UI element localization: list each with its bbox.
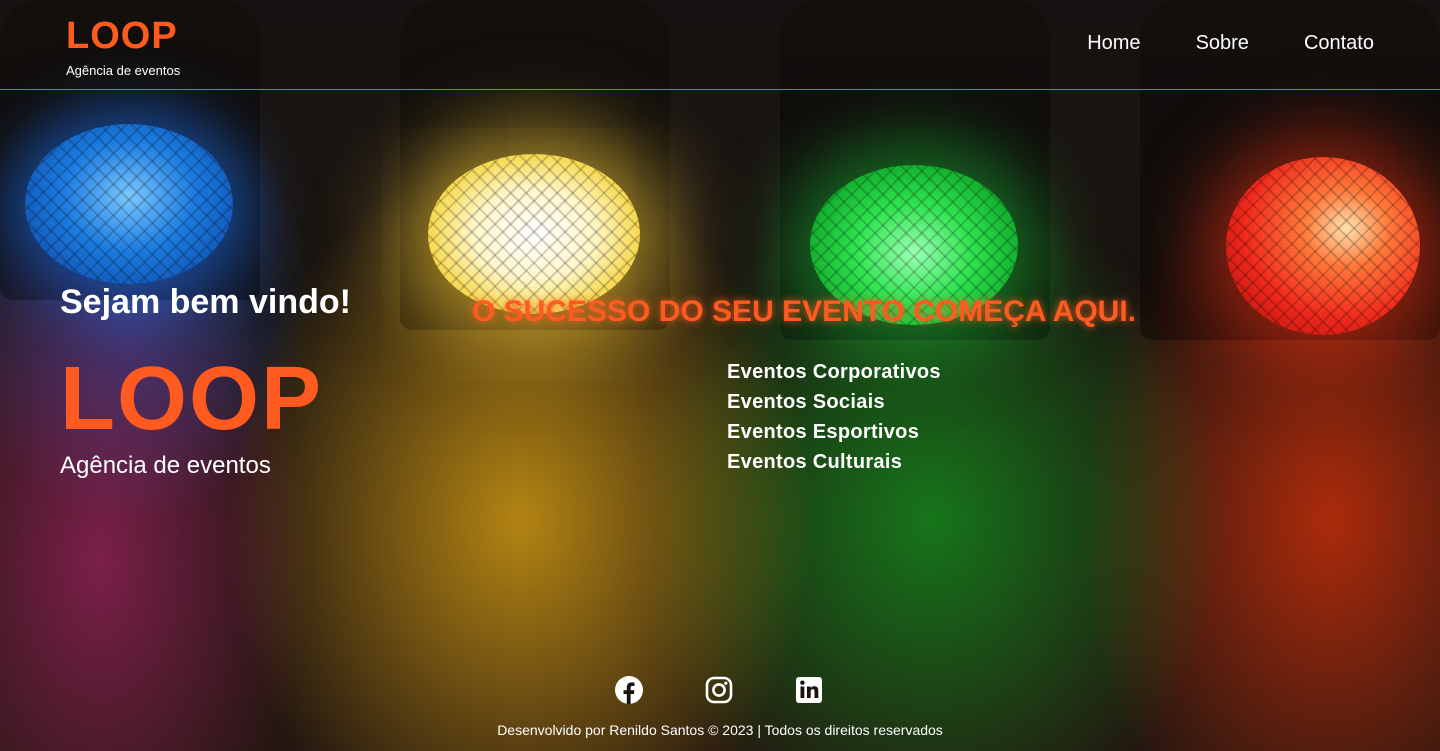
yellow-spotlight	[428, 154, 640, 314]
hero-logo: LOOP	[60, 349, 324, 449]
site-header: LOOP Agência de eventos Home Sobre Conta…	[0, 0, 1440, 90]
facebook-link[interactable]	[614, 675, 644, 705]
social-links	[614, 675, 824, 705]
nav-home[interactable]: Home	[1087, 32, 1140, 55]
services-list: Eventos Corporativos Eventos Sociais Eve…	[727, 357, 941, 477]
footer-credits: Desenvolvido por Renildo Santos © 2023 |…	[497, 722, 943, 738]
service-item: Eventos Corporativos	[727, 361, 941, 383]
welcome-heading: Sejam bem vindo!	[60, 283, 351, 321]
instagram-link[interactable]	[704, 675, 734, 705]
service-item: Eventos Esportivos	[727, 421, 920, 443]
hero-subtitle: Agência de eventos	[60, 452, 271, 479]
hero-tagline: O SUCESSO DO SEU EVENTO COMEÇA AQUI.	[472, 295, 1136, 328]
facebook-icon	[615, 676, 643, 704]
nav-contato[interactable]: Contato	[1304, 32, 1374, 55]
main-nav: Home Sobre Contato	[1087, 32, 1374, 55]
service-item: Eventos Culturais	[727, 451, 903, 473]
instagram-icon	[705, 676, 733, 704]
nav-sobre[interactable]: Sobre	[1196, 32, 1249, 55]
header-subtitle: Agência de eventos	[66, 63, 181, 78]
service-item: Eventos Sociais	[727, 391, 885, 413]
linkedin-link[interactable]	[794, 675, 824, 705]
red-spotlight	[1226, 157, 1420, 335]
blue-spotlight	[25, 124, 233, 284]
header-logo[interactable]: LOOP	[66, 15, 178, 58]
linkedin-icon	[796, 677, 822, 703]
